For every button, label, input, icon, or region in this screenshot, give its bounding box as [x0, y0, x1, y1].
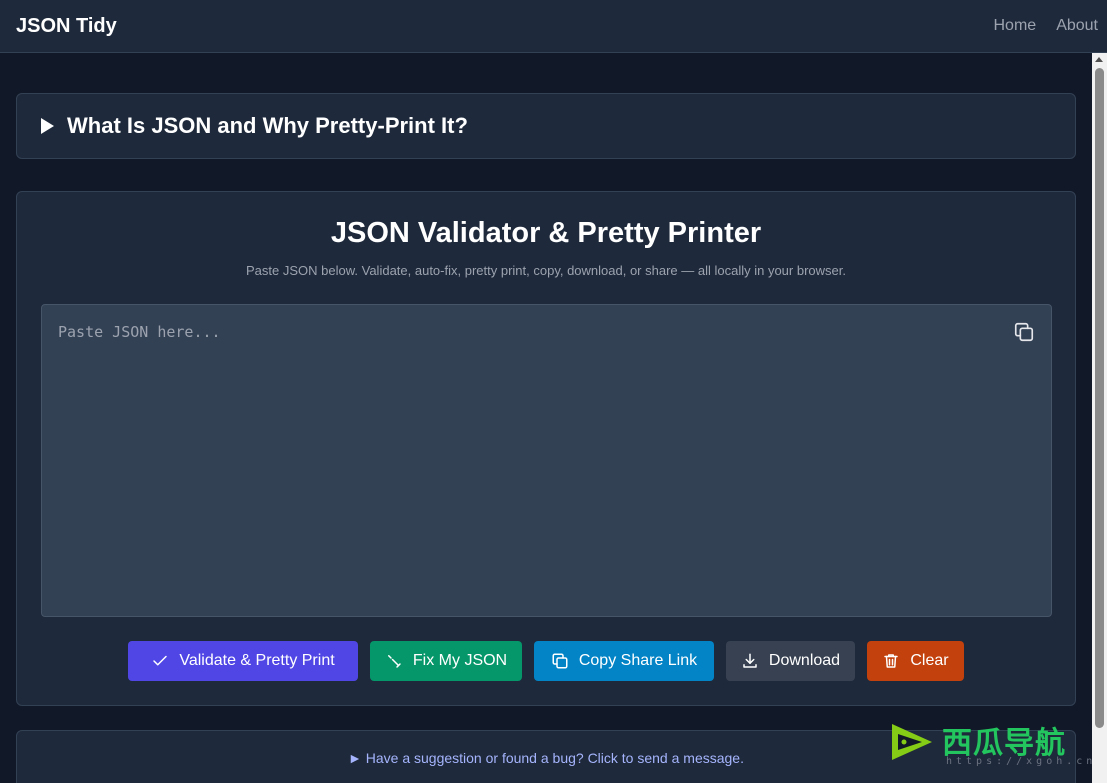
top-navbar: JSON Tidy Home About [0, 0, 1107, 53]
json-input[interactable] [42, 305, 1051, 616]
nav-links: Home About [994, 17, 1099, 35]
watermark-url: https://xgoh.cn [946, 756, 1097, 767]
check-icon [153, 655, 168, 666]
download-icon [743, 653, 757, 668]
faq-toggle[interactable]: What Is JSON and Why Pretty-Print It? [16, 93, 1076, 159]
copy-share-link-button[interactable]: Copy Share Link [534, 641, 714, 681]
copy-link-icon [552, 653, 568, 669]
action-buttons: Validate & Pretty Print Fix My JSON Copy… [17, 641, 1075, 681]
page-subtitle: Paste JSON below. Validate, auto-fix, pr… [246, 263, 846, 278]
trash-icon [884, 654, 899, 668]
fix-json-button-label: Fix My JSON [412, 652, 508, 669]
clear-button[interactable]: Clear [867, 641, 964, 681]
json-editor [41, 304, 1052, 617]
copy-icon[interactable] [1013, 321, 1035, 343]
scroll-up-arrow-icon[interactable] [1095, 57, 1103, 62]
page-scrollbar[interactable] [1092, 53, 1107, 783]
copy-share-link-button-label: Copy Share Link [578, 652, 698, 669]
download-button-label: Download [768, 652, 841, 669]
feedback-link[interactable]: ► Have a suggestion or found a bug? Clic… [348, 750, 744, 766]
download-button[interactable]: Download [726, 641, 855, 681]
wrench-icon [387, 655, 401, 668]
brand-title[interactable]: JSON Tidy [16, 15, 117, 38]
clear-button-label: Clear [910, 652, 949, 669]
page-title: JSON Validator & Pretty Printer [330, 217, 762, 249]
scroll-thumb[interactable] [1095, 68, 1104, 728]
watermelon-logo-icon [892, 724, 932, 760]
fix-json-button[interactable]: Fix My JSON [370, 641, 522, 681]
site-watermark: 西瓜导航 https://xgoh.cn [890, 718, 1095, 773]
faq-title: What Is JSON and Why Pretty-Print It? [67, 113, 468, 138]
validate-button[interactable]: Validate & Pretty Print [128, 641, 358, 681]
validate-button-label: Validate & Pretty Print [179, 652, 335, 669]
nav-link-about[interactable]: About [1056, 17, 1098, 35]
validator-panel: JSON Validator & Pretty Printer Paste JS… [16, 191, 1076, 706]
expand-triangle-icon [41, 118, 54, 134]
nav-link-home[interactable]: Home [994, 17, 1037, 35]
